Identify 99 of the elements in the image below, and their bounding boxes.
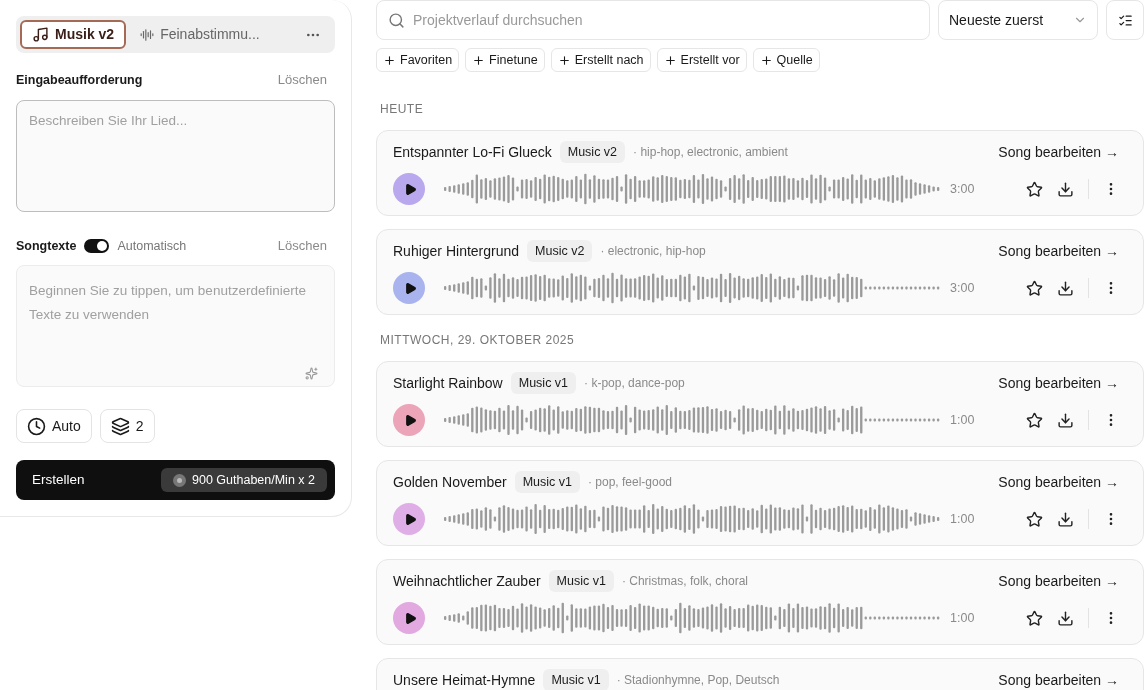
waveform[interactable]	[444, 404, 942, 436]
waveform[interactable]	[444, 602, 942, 634]
song-title: Starlight Rainbow	[393, 373, 503, 393]
select-mode-button[interactable]	[1106, 0, 1144, 40]
toggle-label: Automatisch	[117, 237, 187, 255]
duration: 3:00	[950, 279, 976, 297]
download-icon[interactable]	[1057, 180, 1074, 198]
waveform[interactable]	[444, 173, 942, 205]
play-icon	[403, 611, 417, 625]
model-tag: Music v1	[543, 668, 609, 690]
song-title: Weihnachtlicher Zauber	[393, 571, 541, 591]
star-icon[interactable]	[1026, 279, 1043, 297]
download-icon[interactable]	[1057, 411, 1074, 429]
star-icon[interactable]	[1026, 180, 1043, 198]
auto-toggle[interactable]	[84, 239, 110, 253]
prompt-label: Eingabeaufforderung	[16, 71, 143, 89]
download-icon[interactable]	[1057, 609, 1074, 627]
song-title: Ruhiger Hintergrund	[393, 241, 520, 261]
search-field[interactable]: Projektverlauf durchsuchen	[376, 0, 930, 40]
section-heading: HEUTE	[380, 101, 425, 118]
song-title: Unsere Heimat-Hymne	[393, 670, 536, 690]
edit-song-link[interactable]: Song bearbeiten →	[998, 141, 1119, 163]
prompt-field[interactable]: Beschreiben Sie Ihr Lied...	[16, 100, 335, 212]
song-card[interactable]: Starlight Rainbow Music v1 · k-pop, dance-pop Song bearbeiten → 1:00	[376, 361, 1144, 447]
star-icon[interactable]	[1026, 609, 1043, 627]
play-button[interactable]	[393, 602, 425, 634]
edit-song-link[interactable]: Song bearbeiten →	[998, 570, 1119, 592]
waveform[interactable]	[444, 503, 942, 535]
layers-icon	[110, 416, 130, 436]
plus-icon	[472, 53, 486, 67]
play-icon	[403, 413, 417, 427]
genre-tags: · hip-hop, electronic, ambient	[633, 143, 788, 161]
model-tag: Music v2	[527, 239, 593, 263]
lyrics-label: Songtexte	[16, 237, 77, 255]
option-button[interactable]: Auto	[16, 409, 92, 443]
song-card[interactable]: Golden November Music v1 · pop, feel-good Song bearbeiten → 1:00	[376, 460, 1144, 546]
genre-tags: · k-pop, dance-pop	[584, 374, 685, 392]
waveform[interactable]	[444, 272, 942, 304]
clear-button[interactable]: Löschen	[277, 70, 327, 90]
model-tag: Music v1	[514, 470, 580, 494]
duration: 1:00	[950, 609, 976, 627]
edit-song-link[interactable]: Song bearbeiten →	[998, 669, 1119, 690]
song-card[interactable]: Ruhiger Hintergrund Music v2 · electronic, hip-hop Song bearbeiten → 3:00	[376, 229, 1144, 315]
edit-song-link[interactable]: Song bearbeiten →	[998, 471, 1119, 493]
clear-button[interactable]: Löschen	[277, 236, 327, 256]
create-label: Erstellen	[32, 470, 85, 489]
download-icon[interactable]	[1057, 510, 1074, 528]
clock-icon	[27, 416, 46, 436]
section-heading: MITTWOCH, 29. OKTOBER 2025	[380, 332, 576, 349]
cost-badge: 900 Guthaben/Min x 2	[161, 468, 327, 492]
play-icon	[403, 512, 417, 526]
play-button[interactable]	[393, 173, 425, 205]
song-title: Golden November	[393, 472, 507, 492]
sparkle-icon[interactable]	[305, 367, 318, 380]
audio-lines-icon	[140, 27, 155, 42]
play-button[interactable]	[393, 272, 425, 304]
plus-icon	[759, 53, 773, 67]
filter-chip[interactable]: Erstellt nach	[550, 48, 651, 72]
lyrics-placeholder: Beginnen Sie zu tippen, um benutzerdefinierte Texte zu verwenden	[29, 282, 307, 324]
filter-chip[interactable]: Favoriten	[376, 48, 460, 72]
song-title: Entspannter Lo-Fi Glueck	[393, 142, 552, 162]
edit-song-link[interactable]: Song bearbeiten →	[998, 372, 1119, 394]
filter-chip[interactable]: Erstellt vor	[656, 48, 747, 72]
filter-chip[interactable]: Quelle	[752, 48, 820, 72]
coin-icon	[173, 473, 186, 487]
checklist-icon	[1117, 12, 1133, 28]
genre-tags: · electronic, hip-hop	[600, 242, 706, 260]
edit-song-link[interactable]: Song bearbeiten →	[998, 240, 1119, 262]
search-icon	[388, 11, 405, 29]
genre-tags: · Christmas, folk, choral	[621, 572, 748, 590]
song-card[interactable]: Unsere Heimat-Hymne Music v1 · Stadionhymne, Pop, Deutsch Song bearbeiten →	[376, 658, 1144, 690]
plus-icon	[557, 53, 571, 67]
duration: 1:00	[950, 510, 976, 528]
plus-icon	[383, 53, 396, 67]
star-icon[interactable]	[1026, 510, 1043, 528]
play-icon	[403, 281, 417, 295]
model-tag: Music v1	[548, 569, 614, 593]
model-tag: Music v2	[559, 140, 626, 164]
song-card[interactable]: Weihnachtlicher Zauber Music v1 · Christmas, folk, choral Song bearbeiten → 1:00	[376, 559, 1144, 645]
genre-tags: · pop, feel-good	[587, 473, 672, 491]
create-button[interactable]: Erstellen 900 Guthaben/Min x 2	[16, 460, 335, 500]
model-tab[interactable]: Feinabstimmu...	[126, 20, 274, 49]
plus-icon	[663, 53, 677, 67]
song-card[interactable]: Entspannter Lo-Fi Glueck Music v2 · hip-hop, electronic, ambient Song bearbeiten → 3:00	[376, 130, 1144, 216]
duration: 3:00	[950, 180, 976, 198]
play-icon	[403, 182, 417, 196]
sort-select[interactable]: Neueste zuerst	[938, 0, 1098, 40]
model-tag: Music v1	[510, 371, 577, 395]
music-note-icon	[32, 26, 49, 43]
duration: 1:00	[950, 411, 976, 429]
star-icon[interactable]	[1026, 411, 1043, 429]
play-button[interactable]	[393, 503, 425, 535]
play-button[interactable]	[393, 404, 425, 436]
download-icon[interactable]	[1057, 279, 1074, 297]
filter-chip[interactable]: Finetune	[465, 48, 545, 72]
genre-tags: · Stadionhymne, Pop, Deutsch	[616, 671, 780, 689]
model-tab[interactable]: Musik v2	[20, 20, 127, 49]
option-button[interactable]: 2	[99, 409, 155, 443]
search-input[interactable]: Projektverlauf durchsuchen	[413, 9, 918, 31]
